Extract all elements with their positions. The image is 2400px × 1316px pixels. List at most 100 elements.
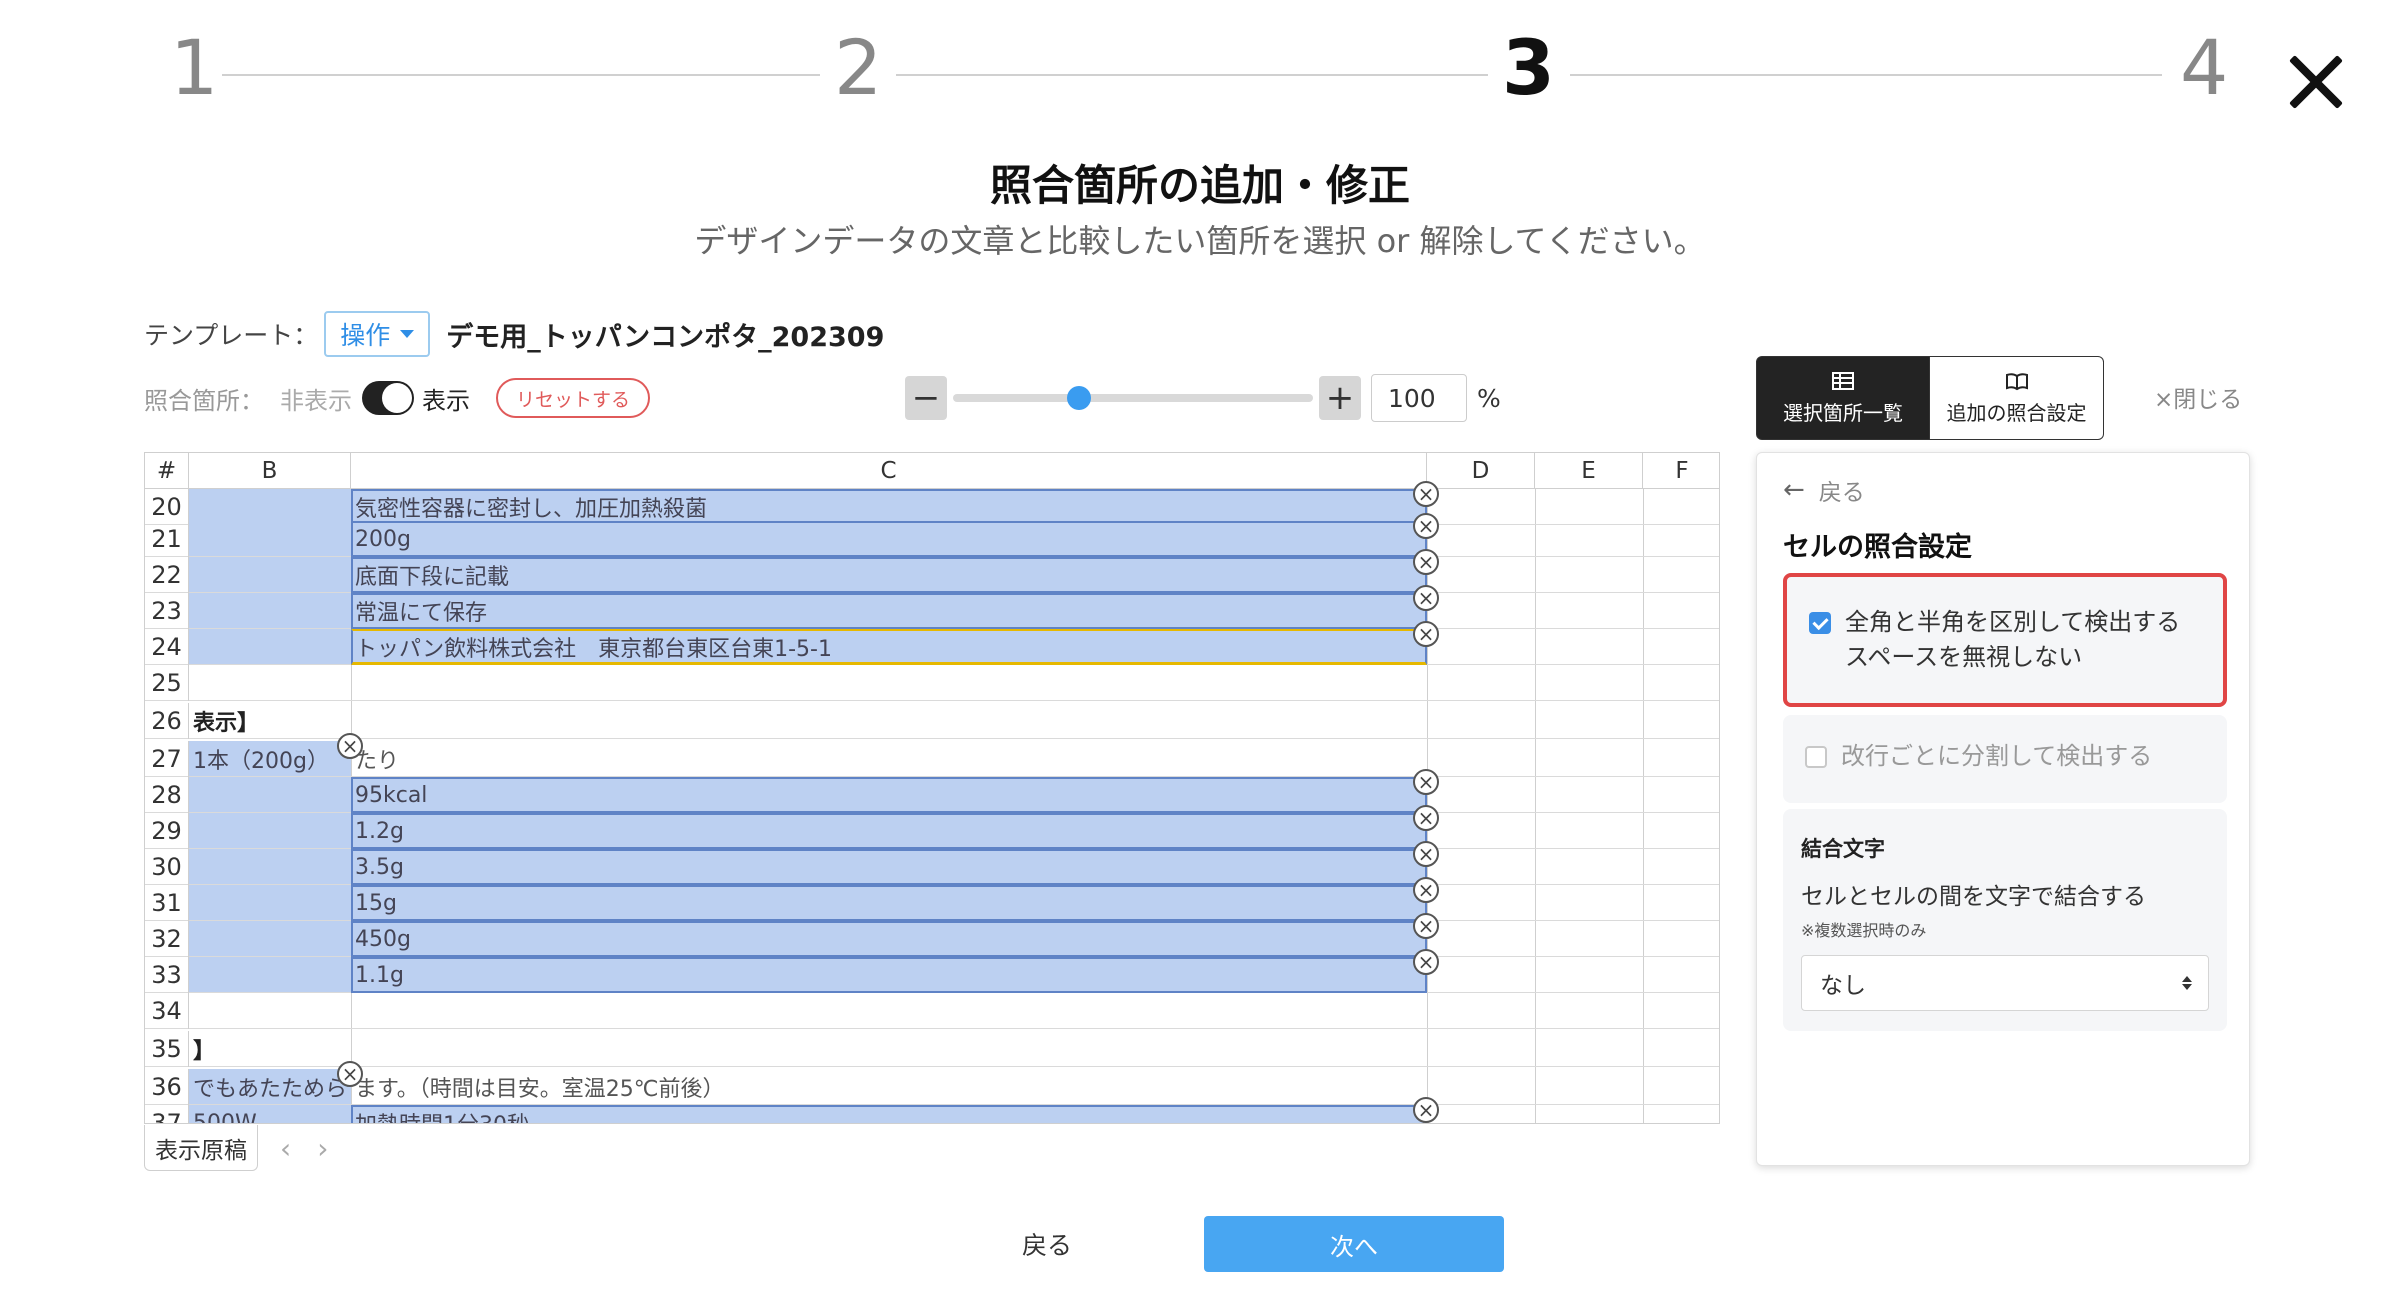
cell-selection-c[interactable] <box>351 521 1427 557</box>
cell-b[interactable]: 1本（200g） <box>193 741 349 777</box>
split-lines-checkbox[interactable] <box>1805 746 1827 768</box>
remove-selection-icon[interactable]: × <box>1413 805 1439 831</box>
extra-settings-tab[interactable]: 追加の照合設定 <box>1930 356 2104 440</box>
grid-row-line <box>145 738 1719 739</box>
arrow-left-icon: ← <box>1783 475 1805 505</box>
cell-selection-b[interactable] <box>189 885 351 920</box>
table-icon <box>1832 371 1854 390</box>
display-toggle[interactable] <box>362 381 414 415</box>
remove-selection-icon[interactable]: × <box>1413 621 1439 647</box>
cell-c[interactable]: 200g <box>355 521 411 557</box>
match-display-controls: 照合箇所： 非表示 表示 リセットする <box>144 374 651 422</box>
cell-c[interactable]: 3.5g <box>355 849 404 885</box>
close-icon[interactable] <box>2286 52 2346 112</box>
remove-selection-icon[interactable]: × <box>1413 549 1439 575</box>
column-header-c[interactable]: C <box>351 453 1427 489</box>
distinguish-width-label[interactable]: 全角と半角を区別して検出する <box>1845 605 2180 640</box>
remove-selection-icon[interactable]: × <box>337 733 363 759</box>
cell-selection-b[interactable] <box>189 849 351 884</box>
back-button[interactable]: 戻る <box>1022 1226 1072 1262</box>
selected-list-label: 選択箇所一覧 <box>1783 400 1903 425</box>
source-tab[interactable]: 表示原稿 <box>144 1125 258 1171</box>
cell-selection-b[interactable] <box>189 593 351 628</box>
cell-selection-c[interactable] <box>351 921 1427 957</box>
cell-selection-b[interactable] <box>189 521 351 556</box>
cell-selection-b[interactable] <box>189 777 351 812</box>
remove-selection-icon[interactable]: × <box>1413 585 1439 611</box>
cell-b[interactable]: 500W <box>193 1105 349 1124</box>
row-number: 23 <box>145 593 189 629</box>
remove-selection-icon[interactable]: × <box>1413 769 1439 795</box>
next-sheet-button[interactable]: › <box>317 1132 328 1165</box>
cell-c[interactable]: 95kcal <box>355 777 427 813</box>
cell-b[interactable]: 】 <box>193 1031 349 1067</box>
cell-c[interactable]: 1.2g <box>355 813 404 849</box>
step-2: 2 <box>834 23 883 112</box>
zoom-slider-thumb[interactable] <box>1067 386 1091 410</box>
cell-selection-c[interactable] <box>351 777 1427 813</box>
panel-back-link[interactable]: ← 戻る <box>1783 473 1865 507</box>
remove-selection-icon[interactable]: × <box>1413 877 1439 903</box>
row-number: 35 <box>145 1031 189 1067</box>
cell-c[interactable]: 底面下段に記載 <box>355 557 509 593</box>
spreadsheet-preview[interactable]: # B C D E F × 20 気密性容器に密封し、加圧加熱殺菌 × 21 200g × 2… <box>144 452 1720 1124</box>
cell-selection-b[interactable] <box>189 629 351 664</box>
cell-selection-b[interactable] <box>189 813 351 848</box>
cell-c[interactable]: 15g <box>355 885 397 921</box>
cell-selection-b[interactable] <box>189 489 351 524</box>
panel-close-button[interactable]: ×閉じる <box>2154 380 2242 414</box>
template-label: テンプレート： <box>144 321 319 350</box>
cell-selection-b[interactable] <box>189 921 351 956</box>
cell-selection-b[interactable] <box>189 957 351 992</box>
remove-selection-icon[interactable]: × <box>1413 1097 1439 1123</box>
cell-selection-c[interactable] <box>351 593 1427 629</box>
cell-selection-c[interactable] <box>351 885 1427 921</box>
cell-b[interactable]: 表示】 <box>193 703 349 739</box>
split-lines-label[interactable]: 改行ごとに分割して検出する <box>1841 739 2152 774</box>
column-header-e[interactable]: E <box>1535 453 1643 489</box>
distinguish-width-checkbox[interactable] <box>1809 612 1831 634</box>
remove-selection-icon[interactable]: × <box>1413 949 1439 975</box>
reset-button[interactable]: リセットする <box>496 378 651 418</box>
cell-c[interactable]: 常温にて保存 <box>355 593 487 629</box>
cell-selection-c[interactable] <box>351 557 1427 593</box>
remove-selection-icon[interactable]: × <box>1413 481 1439 507</box>
next-button[interactable]: 次へ <box>1204 1216 1504 1272</box>
row-number: 31 <box>145 885 189 921</box>
join-character-select[interactable]: なし <box>1801 955 2209 1011</box>
cell-selection-b[interactable] <box>189 557 351 592</box>
remove-selection-icon[interactable]: × <box>1413 841 1439 867</box>
panel-mode-switch: 選択箇所一覧 追加の照合設定 <box>1756 356 2104 440</box>
cell-c[interactable]: 450g <box>355 921 411 957</box>
cell-selection-c[interactable] <box>351 849 1427 885</box>
grid-row-line <box>145 1028 1719 1029</box>
row-number: 28 <box>145 777 189 813</box>
zoom-out-button[interactable]: − <box>905 376 947 420</box>
row-number: 26 <box>145 703 189 739</box>
zoom-input[interactable]: 100 <box>1371 374 1467 422</box>
cell-c[interactable]: トッパン飲料株式会社 東京都台東区台東1-5-1 <box>355 629 832 665</box>
zoom-slider[interactable] <box>953 386 1313 410</box>
join-description: セルとセルの間を文字で結合する <box>1801 884 2146 910</box>
zoom-in-button[interactable]: + <box>1319 376 1361 420</box>
cell-c[interactable]: 気密性容器に密封し、加圧加熱殺菌 <box>355 489 707 525</box>
template-operation-label: 操作 <box>340 321 391 350</box>
cell-c[interactable]: ます。（時間は目安。室温25℃前後） <box>355 1069 725 1105</box>
column-header-d[interactable]: D <box>1427 453 1535 489</box>
column-header-f[interactable]: F <box>1643 453 1719 489</box>
row-number: 27 <box>145 741 189 777</box>
cell-selection-c[interactable] <box>351 957 1427 993</box>
row-number: 25 <box>145 665 189 701</box>
selected-list-tab[interactable]: 選択箇所一覧 <box>1756 356 1930 440</box>
remove-selection-icon[interactable]: × <box>337 1061 363 1087</box>
cell-b[interactable]: でもあたためら <box>193 1069 349 1105</box>
template-operation-dropdown[interactable]: 操作 <box>324 311 431 357</box>
cell-selection-c[interactable] <box>351 813 1427 849</box>
remove-selection-icon[interactable]: × <box>1413 513 1439 539</box>
extra-settings-label: 追加の照合設定 <box>1946 400 2087 425</box>
cell-c[interactable]: 1.1g <box>355 957 404 993</box>
prev-sheet-button[interactable]: ‹ <box>280 1132 291 1165</box>
cell-c[interactable]: 加熱時間1分30秒 <box>355 1105 529 1123</box>
remove-selection-icon[interactable]: × <box>1413 913 1439 939</box>
column-header-b[interactable]: B <box>189 453 351 489</box>
